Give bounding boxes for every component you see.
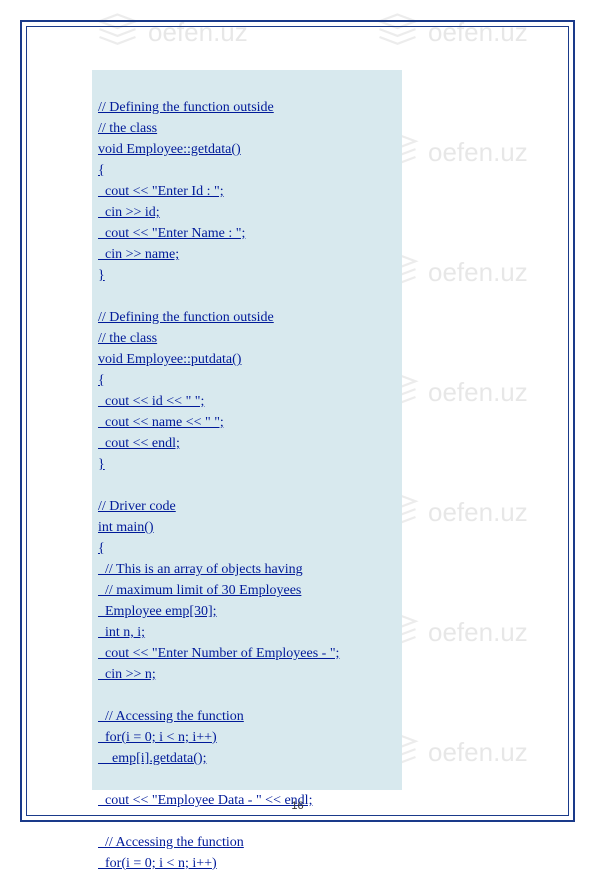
code-line: {: [98, 160, 339, 181]
code-line: cin >> n;: [98, 664, 339, 685]
code-line: // Accessing the function: [98, 706, 339, 727]
code-line: // Accessing the function: [98, 832, 339, 853]
code-line: [98, 286, 339, 307]
code-line: // maximum limit of 30 Employees: [98, 580, 339, 601]
code-line: int n, i;: [98, 622, 339, 643]
code-line: // the class: [98, 118, 339, 139]
code-line: // Driver code: [98, 496, 339, 517]
code-line: // the class: [98, 328, 339, 349]
page-number: 16: [291, 800, 303, 812]
code-line: [98, 811, 339, 832]
code-line: cout << "Enter Name : ";: [98, 223, 339, 244]
code-line: {: [98, 538, 339, 559]
code-line: }: [98, 454, 339, 475]
code-content: // Defining the function outside// the c…: [98, 76, 339, 874]
code-line: for(i = 0; i < n; i++): [98, 853, 339, 874]
code-line: cout << name << " ";: [98, 412, 339, 433]
code-line: // Defining the function outside: [98, 307, 339, 328]
code-line: [98, 76, 339, 97]
code-line: void Employee::getdata(): [98, 139, 339, 160]
code-line: void Employee::putdata(): [98, 349, 339, 370]
code-line: [98, 769, 339, 790]
code-line: cout << endl;: [98, 433, 339, 454]
code-line: [98, 475, 339, 496]
code-line: emp[i].getdata();: [98, 748, 339, 769]
code-line: {: [98, 370, 339, 391]
code-line: cout << "Enter Id : ";: [98, 181, 339, 202]
code-line: cin >> name;: [98, 244, 339, 265]
code-line: int main(): [98, 517, 339, 538]
code-line: // This is an array of objects having: [98, 559, 339, 580]
code-line: // Defining the function outside: [98, 97, 339, 118]
code-line: }: [98, 265, 339, 286]
code-line: for(i = 0; i < n; i++): [98, 727, 339, 748]
code-line: cout << id << " ";: [98, 391, 339, 412]
code-line: cout << "Enter Number of Employees - ";: [98, 643, 339, 664]
code-line: [98, 685, 339, 706]
code-line: cin >> id;: [98, 202, 339, 223]
code-line: Employee emp[30];: [98, 601, 339, 622]
